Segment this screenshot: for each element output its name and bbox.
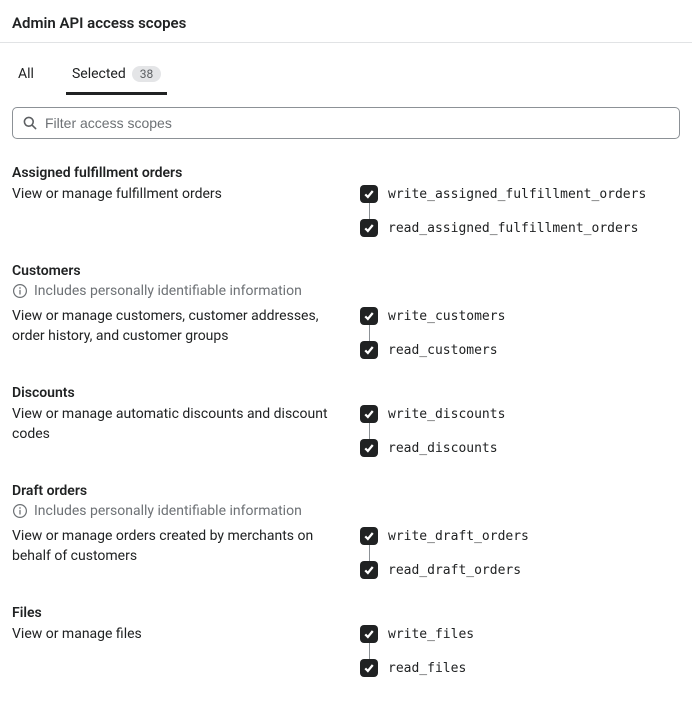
info-icon — [12, 283, 28, 299]
scopes-list: write_customers read_customers — [354, 307, 505, 359]
scope-checkbox[interactable] — [360, 625, 378, 643]
scope-checkbox[interactable] — [360, 561, 378, 579]
scope-item: read_assigned_fulfillment_orders — [360, 219, 646, 237]
header: Admin API access scopes — [0, 0, 692, 43]
scope-checkbox[interactable] — [360, 341, 378, 359]
section: Draft orders Includes personally identifi… — [12, 465, 680, 587]
scope-item: read_draft_orders — [360, 561, 529, 579]
section-title: Customers — [12, 263, 680, 279]
section-description: View or manage fulfillment orders — [12, 185, 342, 205]
pii-text: Includes personally identifiable informa… — [34, 503, 302, 519]
section-description: View or manage customers, customer addre… — [12, 307, 342, 346]
scope-checkbox[interactable] — [360, 219, 378, 237]
scope-item: read_files — [360, 659, 474, 677]
scope-item: write_files — [360, 625, 474, 643]
tab-label: All — [18, 66, 34, 82]
scope-name: write_files — [388, 627, 474, 642]
scope-item: write_customers — [360, 307, 505, 325]
scopes-list: write_draft_orders read_draft_orders — [354, 527, 529, 579]
pii-text: Includes personally identifiable informa… — [34, 283, 302, 299]
scope-name: read_customers — [388, 343, 498, 358]
scope-item: write_assigned_fulfillment_orders — [360, 185, 646, 203]
scope-name: write_discounts — [388, 407, 505, 422]
scopes-list: write_files read_files — [354, 625, 474, 677]
section-title: Draft orders — [12, 483, 680, 499]
section: Customers Includes personally identifiabl… — [12, 245, 680, 367]
scope-item: write_discounts — [360, 405, 505, 423]
info-icon — [12, 503, 28, 519]
pii-note: Includes personally identifiable informa… — [12, 503, 680, 519]
section-description: View or manage files — [12, 625, 342, 645]
tab-label: Selected — [72, 66, 126, 82]
scope-checkbox[interactable] — [360, 307, 378, 325]
scope-name: read_assigned_fulfillment_orders — [388, 221, 638, 236]
scope-checkbox[interactable] — [360, 185, 378, 203]
section-title: Files — [12, 605, 680, 621]
section-row: View or manage automatic discounts and d… — [12, 405, 680, 457]
scope-name: write_customers — [388, 309, 505, 324]
scopes-list: write_assigned_fulfillment_orders read_as… — [354, 185, 646, 237]
section-title: Discounts — [12, 385, 680, 401]
scope-name: write_assigned_fulfillment_orders — [388, 187, 646, 202]
section-description: View or manage orders created by merchan… — [12, 527, 342, 566]
scope-name: read_draft_orders — [388, 563, 521, 578]
section: Discounts View or manage automatic discou… — [12, 367, 680, 465]
page-title: Admin API access scopes — [12, 14, 680, 32]
tab-selected[interactable]: Selected 38 — [66, 58, 167, 95]
search-field — [12, 107, 680, 139]
scope-checkbox[interactable] — [360, 439, 378, 457]
section-row: View or manage fulfillment orders write_a… — [12, 185, 680, 237]
section-row: View or manage customers, customer addre… — [12, 307, 680, 359]
scope-item: read_customers — [360, 341, 505, 359]
section: Files View or manage files write_filesread… — [12, 587, 680, 685]
scope-name: read_files — [388, 661, 466, 676]
scopes-list: write_discounts read_discounts — [354, 405, 505, 457]
section-row: View or manage files write_files read_file… — [12, 625, 680, 677]
search-icon — [22, 115, 38, 131]
sections-container: Assigned fulfillment orders View or manag… — [0, 147, 692, 685]
tabs: All Selected 38 — [0, 57, 692, 95]
scope-item: read_discounts — [360, 439, 505, 457]
search-wrap — [0, 95, 692, 147]
tab-all[interactable]: All — [12, 58, 40, 95]
section-row: View or manage orders created by merchan… — [12, 527, 680, 579]
scope-item: write_draft_orders — [360, 527, 529, 545]
scope-name: read_discounts — [388, 441, 498, 456]
section-title: Assigned fulfillment orders — [12, 165, 680, 181]
section: Assigned fulfillment orders View or manag… — [12, 147, 680, 245]
scope-checkbox[interactable] — [360, 659, 378, 677]
scope-checkbox[interactable] — [360, 527, 378, 545]
scope-name: write_draft_orders — [388, 529, 529, 544]
search-input[interactable] — [12, 107, 680, 139]
selected-count-badge: 38 — [132, 66, 162, 82]
scope-checkbox[interactable] — [360, 405, 378, 423]
section-description: View or manage automatic discounts and d… — [12, 405, 342, 444]
pii-note: Includes personally identifiable informa… — [12, 283, 680, 299]
